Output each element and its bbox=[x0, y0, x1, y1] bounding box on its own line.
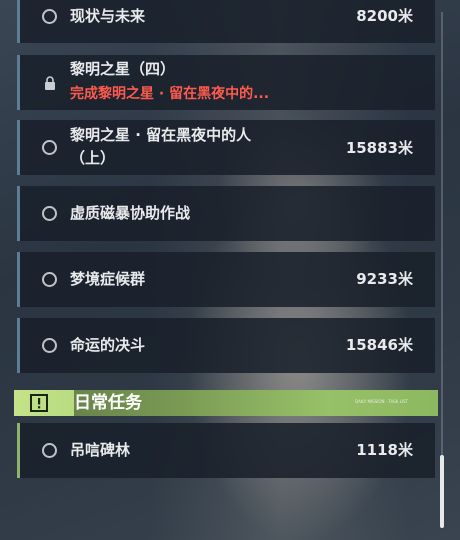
lock-icon bbox=[45, 76, 55, 90]
task-title: 命运的决斗 bbox=[70, 336, 146, 354]
task-distance: 8200米 bbox=[356, 7, 413, 25]
radio-circle-icon bbox=[42, 140, 57, 155]
task-title: 梦境症候群 bbox=[70, 270, 146, 288]
daily-mission-header: 日常任务 DAILY MISSION · TASK LIST bbox=[14, 390, 438, 416]
task-item-diaoyan-beilin[interactable]: 吊唁碑林 1118米 bbox=[17, 423, 435, 478]
task-item-mengjing[interactable]: 梦境症候群 9233米 bbox=[17, 252, 435, 307]
radio-circle-icon bbox=[42, 443, 57, 458]
radio-circle-icon bbox=[42, 9, 57, 24]
section-tag: DAILY MISSION · TASK LIST bbox=[355, 399, 408, 404]
scrollbar-track[interactable] bbox=[441, 12, 443, 528]
task-title-line2: （上） bbox=[70, 149, 116, 167]
exclamation-box-icon bbox=[30, 394, 48, 412]
section-title: 日常任务 bbox=[74, 393, 142, 413]
task-title: 现状与未来 bbox=[70, 7, 146, 25]
task-item-xuzhi-cibao[interactable]: 虚质磁暴协助作战 bbox=[17, 186, 435, 241]
task-distance: 15883米 bbox=[345, 139, 413, 157]
task-item-liming-shang[interactable]: 黎明之星 · 留在黑夜中的人 （上） 15883米 bbox=[17, 120, 435, 175]
task-list: 现状与未来 8200米 黎明之星（四） 完成黎明之星 · 留在黑夜中的... 黎… bbox=[0, 0, 460, 540]
task-distance: 9233米 bbox=[356, 270, 413, 288]
task-distance: 15846米 bbox=[345, 336, 413, 354]
task-distance: 1118米 bbox=[356, 441, 413, 459]
task-title-line1: 黎明之星 · 留在黑夜中的人 bbox=[70, 126, 252, 144]
task-title: 吊唁碑林 bbox=[70, 441, 131, 459]
radio-circle-icon bbox=[42, 338, 57, 353]
task-item-mingyun[interactable]: 命运的决斗 15846米 bbox=[17, 318, 435, 373]
radio-circle-icon bbox=[42, 206, 57, 221]
task-title: 虚质磁暴协助作战 bbox=[70, 204, 191, 222]
task-item-xianzhuang[interactable]: 现状与未来 8200米 bbox=[17, 0, 435, 43]
task-item-liming-4[interactable]: 黎明之星（四） 完成黎明之星 · 留在黑夜中的... bbox=[17, 55, 435, 110]
task-title: 黎明之星（四） bbox=[70, 60, 176, 78]
scrollbar-thumb[interactable] bbox=[440, 455, 444, 528]
task-lock-requirement: 完成黎明之星 · 留在黑夜中的... bbox=[70, 86, 270, 102]
radio-circle-icon bbox=[42, 272, 57, 287]
